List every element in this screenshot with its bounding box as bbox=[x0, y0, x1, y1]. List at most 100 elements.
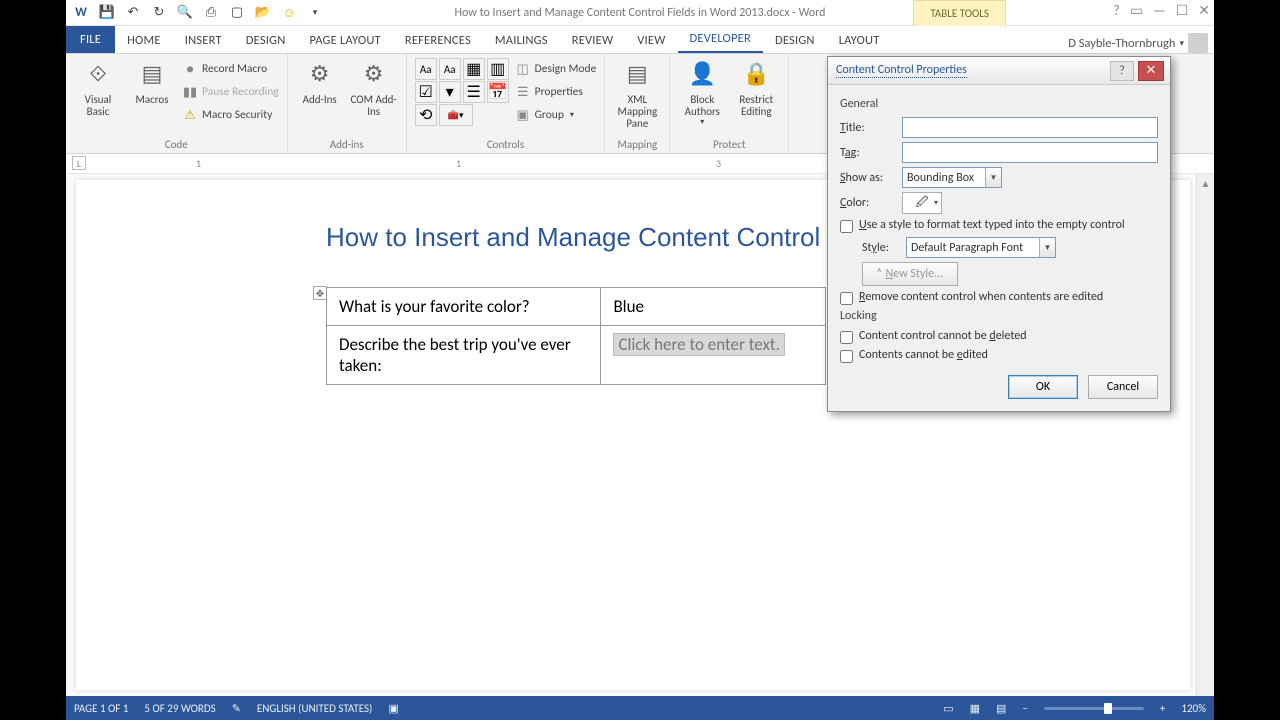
cancel-button[interactable]: Cancel bbox=[1088, 375, 1158, 399]
tab-view[interactable]: VIEW bbox=[625, 28, 677, 53]
table-move-handle[interactable]: ✥ bbox=[313, 286, 327, 300]
pause-recording-button[interactable]: ▮▮Pause Recording bbox=[182, 81, 279, 103]
dropdown-control-icon[interactable]: ☰ bbox=[463, 81, 485, 103]
com-addins-button[interactable]: ⚙COM Add-Ins bbox=[350, 58, 398, 118]
no-edit-check[interactable] bbox=[840, 350, 853, 363]
titlebar: W 💾 ↶ ↻ 🔍 ⎙ ▢ 📂 ☺ ▾ How to Insert and Ma… bbox=[66, 0, 1214, 26]
tab-design[interactable]: DESIGN bbox=[234, 28, 298, 53]
zoom-thumb[interactable] bbox=[1104, 703, 1112, 714]
legacy-tools-icon[interactable]: 🧰▾ bbox=[439, 104, 473, 126]
group-protect: 👤Block Authors▾ 🔒Restrict Editing Protec… bbox=[670, 54, 789, 153]
new-style-button[interactable]: ᴬNew Style... bbox=[862, 262, 958, 286]
quick-print-icon[interactable]: ⎙ bbox=[202, 4, 220, 22]
new-doc-icon[interactable]: ▢ bbox=[228, 4, 246, 22]
record-macro-button[interactable]: ●Record Macro bbox=[182, 58, 279, 80]
dialog-close-icon[interactable]: ✕ bbox=[1138, 61, 1164, 81]
group-mapping: ▤XML Mapping Pane Mapping bbox=[605, 54, 670, 153]
window-title: How to Insert and Manage Content Control… bbox=[455, 6, 826, 20]
ok-button[interactable]: OK bbox=[1008, 375, 1078, 399]
cell-a2[interactable]: Click here to enter text. bbox=[601, 326, 826, 385]
chevron-down-icon: ▼ bbox=[1039, 238, 1055, 257]
tab-page-layout[interactable]: PAGE LAYOUT bbox=[297, 28, 392, 53]
smiley-icon[interactable]: ☺ bbox=[280, 4, 298, 22]
repeating-control-icon[interactable]: ⟲ bbox=[415, 104, 437, 126]
cell-q1[interactable]: What is your favorite color? bbox=[327, 288, 601, 326]
close-icon[interactable]: ✕ bbox=[1198, 2, 1210, 19]
undo-icon[interactable]: ↶ bbox=[124, 4, 142, 22]
tab-mailings[interactable]: MAILINGS bbox=[483, 28, 560, 53]
minimize-icon[interactable]: — bbox=[1153, 2, 1166, 19]
qat-more-icon[interactable]: ▾ bbox=[306, 4, 324, 22]
cell-q2[interactable]: Describe the best trip you've ever taken… bbox=[327, 326, 601, 385]
statusbar: PAGE 1 OF 1 5 OF 29 WORDS ✎ ENGLISH (UNI… bbox=[66, 696, 1214, 720]
tab-file[interactable]: FILE bbox=[66, 26, 115, 53]
content-control-placeholder[interactable]: Click here to enter text. bbox=[613, 333, 784, 356]
web-layout-icon[interactable]: ▤ bbox=[996, 702, 1006, 715]
scroll-up-icon[interactable]: ▲ bbox=[1197, 174, 1214, 192]
ribbon-display-icon[interactable]: ▭ bbox=[1130, 2, 1143, 19]
design-mode-button[interactable]: ◫Design Mode bbox=[515, 58, 597, 80]
user-name: D Sayble-Thornbrugh bbox=[1068, 36, 1175, 51]
tag-input[interactable] bbox=[902, 142, 1158, 163]
visual-basic-button[interactable]: ⟐Visual Basic bbox=[74, 58, 122, 118]
zoom-slider[interactable] bbox=[1044, 707, 1144, 710]
word-count[interactable]: 5 OF 29 WORDS bbox=[144, 702, 215, 715]
zoom-out-icon[interactable]: − bbox=[1022, 702, 1027, 715]
color-picker[interactable]: 🖉 bbox=[902, 192, 942, 214]
restrict-editing-button[interactable]: 🔒Restrict Editing bbox=[732, 58, 780, 118]
style-label: Style: bbox=[862, 241, 898, 255]
picture-control-icon[interactable]: ▦ bbox=[463, 58, 485, 80]
style-select[interactable]: Default Paragraph Font▼ bbox=[906, 237, 1056, 258]
plain-text-control-icon[interactable]: Aa bbox=[439, 58, 461, 80]
combobox-control-icon[interactable]: ▾ bbox=[439, 81, 461, 103]
group-button[interactable]: ▣Group▾ bbox=[515, 104, 597, 126]
tab-table-layout[interactable]: LAYOUT bbox=[827, 28, 892, 53]
tab-home[interactable]: HOME bbox=[115, 28, 173, 53]
zoom-in-icon[interactable]: + bbox=[1160, 702, 1165, 715]
addins-button[interactable]: ⚙Add-Ins bbox=[296, 58, 344, 106]
macro-indicator-icon[interactable]: ▣ bbox=[388, 702, 398, 715]
no-delete-checkbox[interactable]: Content control cannot be deleted bbox=[840, 329, 1158, 344]
tab-references[interactable]: REFERENCES bbox=[393, 28, 483, 53]
tab-insert[interactable]: INSERT bbox=[173, 28, 234, 53]
group-label-mapping: Mapping bbox=[613, 136, 661, 151]
user-account[interactable]: D Sayble-Thornbrugh ▾ bbox=[1068, 33, 1208, 53]
use-style-checkbox[interactable]: Use a style to format text typed into th… bbox=[840, 218, 1158, 233]
building-block-control-icon[interactable]: ▥ bbox=[487, 58, 509, 80]
tab-review[interactable]: REVIEW bbox=[560, 28, 626, 53]
properties-button[interactable]: ☰Properties bbox=[515, 81, 597, 103]
block-authors-button[interactable]: 👤Block Authors▾ bbox=[678, 58, 726, 127]
tab-developer[interactable]: DEVELOPER bbox=[678, 26, 763, 53]
no-edit-checkbox[interactable]: Contents cannot be edited bbox=[840, 348, 1158, 363]
language-indicator[interactable]: ENGLISH (UNITED STATES) bbox=[257, 702, 372, 715]
zoom-level[interactable]: 120% bbox=[1181, 702, 1206, 715]
print-preview-icon[interactable]: 🔍 bbox=[176, 4, 194, 22]
xml-mapping-button[interactable]: ▤XML Mapping Pane bbox=[613, 58, 661, 130]
vertical-scrollbar[interactable]: ▲ bbox=[1196, 174, 1214, 696]
checkbox-control-icon[interactable]: ☑ bbox=[415, 81, 437, 103]
dialog-titlebar[interactable]: Content Control Properties ? ✕ bbox=[828, 57, 1170, 85]
page-indicator[interactable]: PAGE 1 OF 1 bbox=[74, 702, 128, 715]
tab-stop-selector[interactable]: L bbox=[72, 156, 86, 170]
rich-text-control-icon[interactable]: Aa bbox=[415, 58, 437, 80]
macro-security-button[interactable]: ⚠Macro Security bbox=[182, 104, 279, 126]
show-as-select[interactable]: Bounding Box▼ bbox=[902, 167, 1002, 188]
cell-a1[interactable]: Blue bbox=[601, 288, 826, 326]
save-icon[interactable]: 💾 bbox=[98, 4, 116, 22]
remove-cc-checkbox[interactable]: Remove content control when contents are… bbox=[840, 290, 1158, 305]
read-mode-icon[interactable]: ▭ bbox=[943, 702, 953, 715]
no-delete-check[interactable] bbox=[840, 331, 853, 344]
spellcheck-icon[interactable]: ✎ bbox=[232, 702, 241, 715]
remove-cc-check[interactable] bbox=[840, 292, 853, 305]
date-control-icon[interactable]: 📅 bbox=[487, 81, 509, 103]
redo-icon[interactable]: ↻ bbox=[150, 4, 168, 22]
tab-table-design[interactable]: DESIGN bbox=[763, 28, 827, 53]
open-icon[interactable]: 📂 bbox=[254, 4, 272, 22]
macros-button[interactable]: ▤Macros bbox=[128, 58, 176, 106]
maximize-icon[interactable]: ☐ bbox=[1176, 2, 1189, 19]
title-input[interactable] bbox=[902, 117, 1158, 138]
help-icon[interactable]: ? bbox=[1113, 2, 1120, 19]
dialog-help-icon[interactable]: ? bbox=[1110, 61, 1134, 81]
use-style-check[interactable] bbox=[840, 220, 853, 233]
print-layout-icon[interactable]: ▦ bbox=[970, 702, 980, 715]
